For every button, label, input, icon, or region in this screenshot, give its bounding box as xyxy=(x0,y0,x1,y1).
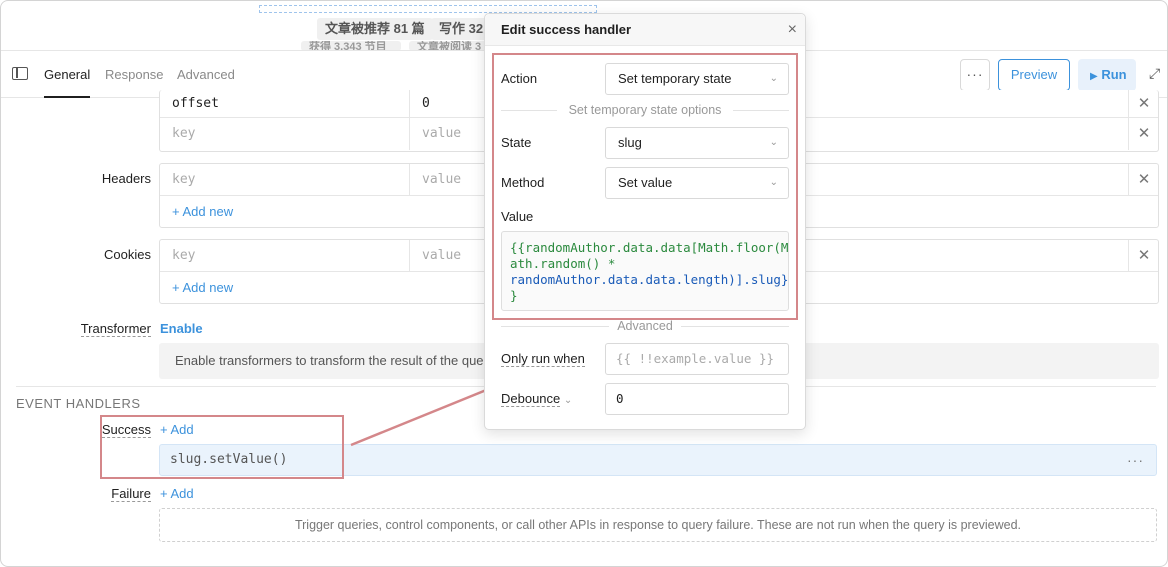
chevron-down-icon: ⌄ xyxy=(563,395,573,406)
debounce-label-wrap[interactable]: Debounce ⌄ xyxy=(501,391,573,407)
only-run-when-label-wrap: Only run when xyxy=(501,351,585,367)
debounce-input[interactable]: 0 xyxy=(605,383,789,415)
only-run-when-label: Only run when xyxy=(501,351,585,367)
only-run-when-input[interactable]: {{ !!example.value }} xyxy=(605,343,789,375)
debounce-label: Debounce xyxy=(501,391,561,407)
app-frame: 文章被推荐 81 篇 写作 321 获得 3,343 节目 文章被阅读 3 Ge… xyxy=(0,0,1168,567)
annotation-box-popover xyxy=(492,53,798,320)
popover-title: Edit success handler xyxy=(501,22,632,37)
popover-header: Edit success handler × xyxy=(485,14,805,46)
close-icon[interactable]: × xyxy=(788,14,797,46)
advanced-divider-label: Advanced xyxy=(617,319,673,333)
